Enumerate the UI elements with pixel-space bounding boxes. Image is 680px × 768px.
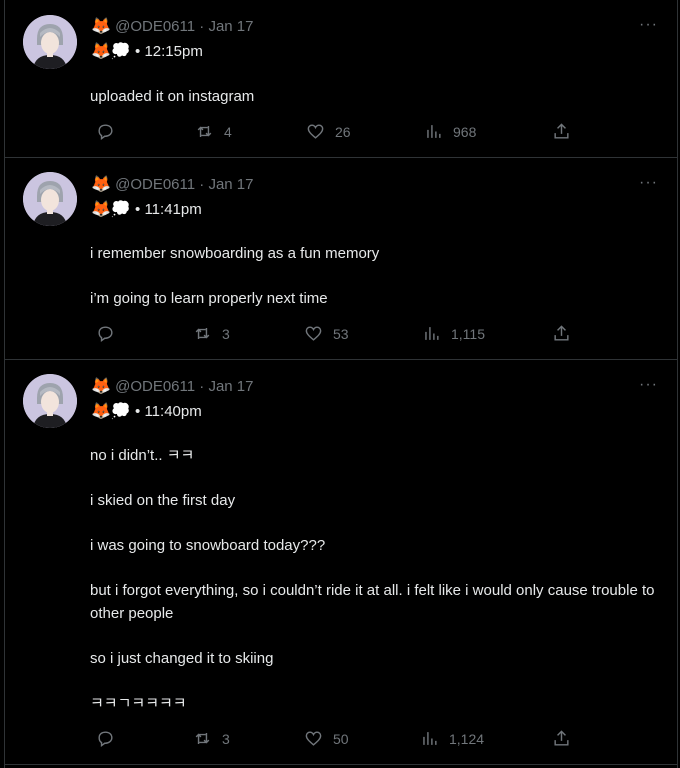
view-count: 1,124: [449, 730, 485, 747]
tweet-header: 🦊 @ODE0611 · Jan 17: [91, 16, 253, 36]
avatar[interactable]: [23, 15, 77, 69]
tweet-actions: 3 50 1,124: [90, 729, 570, 749]
views-button[interactable]: 968: [424, 122, 476, 141]
views-icon: [423, 732, 437, 745]
timeline: 🦊 @ODE0611 · Jan 17 ··· 🦊💭 • 12:15pm upl…: [4, 0, 678, 768]
tweet-actions: 3 53 1,115: [90, 324, 570, 344]
tweet-1[interactable]: 🦊 @ODE0611 · Jan 17 ··· 🦊💭 • 12:15pm upl…: [4, 0, 678, 158]
reply-button[interactable]: [96, 122, 115, 141]
display-name-row: 🦊💭 • 11:41pm: [91, 199, 202, 219]
tweet-actions: 4 26 968: [90, 122, 570, 142]
share-icon: [554, 123, 569, 139]
like-button[interactable]: 26: [306, 122, 351, 141]
like-count: 26: [335, 123, 351, 140]
tweet-header: 🦊 @ODE0611 · Jan 17: [91, 174, 253, 194]
tweet-date[interactable]: Jan 17: [208, 18, 253, 35]
share-icon: [554, 325, 569, 341]
tweet-line: uploaded it on instagram: [90, 88, 255, 105]
fox-emoji: 🦊: [91, 378, 111, 395]
more-options-icon[interactable]: ···: [639, 16, 658, 34]
separator: ·: [199, 18, 205, 35]
tweet-line: but i forgot everything, so i couldn’t r…: [90, 582, 655, 622]
separator: ·: [199, 176, 205, 193]
heart-icon: [307, 124, 324, 139]
tweet-header: 🦊 @ODE0611 · Jan 17: [91, 376, 253, 396]
reply-icon: [98, 124, 113, 141]
bullet: •: [135, 201, 141, 218]
avatar[interactable]: [23, 374, 77, 428]
retweet-count: 3: [222, 730, 230, 747]
fox-cloud-emoji: 🦊💭: [91, 403, 131, 420]
user-handle[interactable]: @ODE0611: [115, 18, 195, 35]
bullet: •: [135, 403, 141, 420]
display-name-row: 🦊💭 • 12:15pm: [91, 41, 203, 61]
views-icon: [425, 327, 439, 340]
like-count: 53: [333, 325, 349, 342]
share-button[interactable]: [552, 729, 571, 748]
views-button[interactable]: 1,115: [422, 324, 485, 343]
retweet-button[interactable]: 4: [195, 122, 232, 141]
reply-button[interactable]: [96, 729, 115, 748]
more-options-icon[interactable]: ···: [639, 174, 658, 192]
tweet-time: 12:15pm: [144, 43, 203, 60]
views-button[interactable]: 1,124: [420, 729, 484, 748]
retweet-icon: [197, 125, 212, 138]
heart-icon: [305, 731, 322, 746]
retweet-count: 4: [224, 123, 232, 140]
user-handle[interactable]: @ODE0611: [115, 176, 195, 193]
more-options-icon[interactable]: ···: [639, 376, 658, 394]
bullet: •: [135, 43, 141, 60]
fox-cloud-emoji: 🦊💭: [91, 201, 131, 218]
tweet-time: 11:40pm: [144, 403, 202, 420]
retweet-button[interactable]: 3: [193, 729, 230, 748]
share-button[interactable]: [552, 324, 571, 343]
reply-button[interactable]: [96, 324, 115, 343]
heart-icon: [305, 326, 322, 341]
tweet-text: i remember snowboarding as a fun memory …: [90, 242, 660, 332]
retweet-icon: [195, 732, 210, 745]
display-name-row: 🦊💭 • 11:40pm: [91, 401, 202, 421]
like-button[interactable]: 53: [304, 324, 349, 343]
like-count: 50: [333, 730, 349, 747]
fox-cloud-emoji: 🦊💭: [91, 43, 131, 60]
tweet-time: 11:41pm: [144, 201, 202, 218]
like-button[interactable]: 50: [304, 729, 349, 748]
tweet-line: no i didn’t.. ㅋㅋ: [90, 447, 195, 464]
tweet-3[interactable]: 🦊 @ODE0611 · Jan 17 ··· 🦊💭 • 11:40pm no …: [4, 360, 678, 765]
tweet-2[interactable]: 🦊 @ODE0611 · Jan 17 ··· 🦊💭 • 11:41pm i r…: [4, 158, 678, 360]
share-button[interactable]: [552, 122, 571, 141]
tweet-date[interactable]: Jan 17: [208, 378, 253, 395]
fox-emoji: 🦊: [91, 18, 111, 35]
tweet-line: i skied on the first day: [90, 492, 236, 509]
tweet-line: i’m going to learn properly next time: [90, 290, 328, 307]
user-handle[interactable]: @ODE0611: [115, 378, 195, 395]
reply-icon: [98, 326, 113, 343]
retweet-icon: [195, 327, 210, 340]
avatar[interactable]: [23, 172, 77, 226]
tweet-date[interactable]: Jan 17: [208, 176, 253, 193]
tweet-text: no i didn’t.. ㅋㅋ i skied on the first da…: [90, 444, 660, 708]
views-icon: [427, 125, 441, 138]
tweet-line: ㅋㅋㄱㅋㅋㅋㅋ: [90, 695, 187, 708]
fox-emoji: 🦊: [91, 176, 111, 193]
retweet-count: 3: [222, 325, 230, 342]
tweet-line: so i just changed it to skiing: [90, 650, 274, 667]
view-count: 968: [453, 123, 477, 140]
retweet-button[interactable]: 3: [193, 324, 230, 343]
separator: ·: [199, 378, 205, 395]
tweet-line: i remember snowboarding as a fun memory: [90, 245, 380, 262]
reply-icon: [98, 731, 113, 748]
view-count: 1,115: [451, 325, 485, 342]
share-icon: [554, 730, 569, 746]
tweet-line: i was going to snowboard today???: [90, 537, 326, 554]
